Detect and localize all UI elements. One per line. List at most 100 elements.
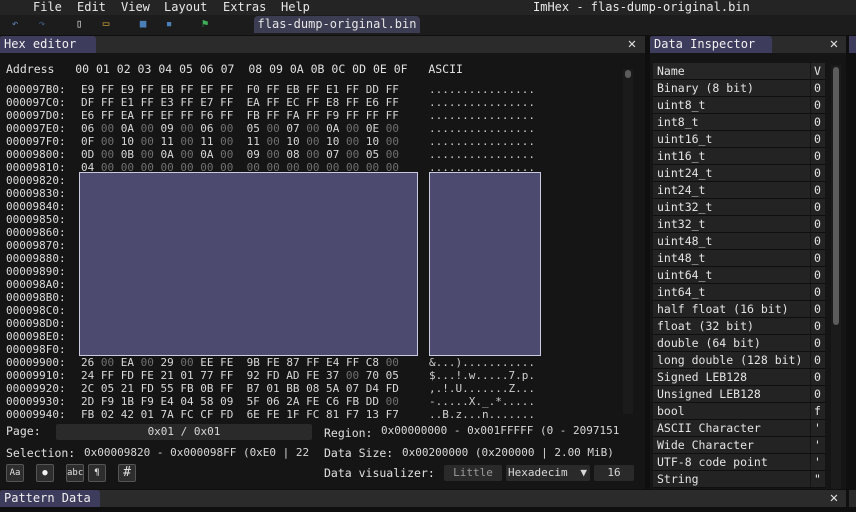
inspector-row[interactable]: int16_t 0 bbox=[653, 148, 825, 165]
inspector-row[interactable]: int32_t 0 bbox=[653, 216, 825, 233]
inspector-row[interactable]: long double (128 bit) 0 bbox=[653, 352, 825, 369]
hex-row-bytes[interactable]: 24 FF FD FE 21 01 77 FF 92 FD AD FE 37 0… bbox=[81, 369, 399, 382]
inspector-row[interactable]: uint32_t 0 bbox=[653, 199, 825, 216]
inspector-row-value[interactable]: 0 bbox=[811, 301, 825, 317]
inspector-row-value[interactable]: 0 bbox=[811, 165, 825, 181]
bytes-per-row-field[interactable]: 16 bbox=[594, 465, 634, 481]
open-file-icon[interactable]: ▭ bbox=[99, 17, 113, 31]
inspector-row[interactable]: Binary (8 bit) 0 bbox=[653, 80, 825, 97]
inspector-row-value[interactable]: ' bbox=[811, 420, 825, 436]
inspector-row-value[interactable]: 0 bbox=[811, 250, 825, 266]
inspector-row[interactable]: int48_t 0 bbox=[653, 250, 825, 267]
inspector-row[interactable]: ASCII Character ' bbox=[653, 420, 825, 437]
inspector-row-value[interactable]: ' bbox=[811, 437, 825, 453]
inspector-row-value[interactable]: 0 bbox=[811, 386, 825, 402]
grid-icon[interactable]: # bbox=[118, 464, 136, 482]
inspector-row-value[interactable]: " bbox=[811, 471, 825, 487]
save-as-icon[interactable]: ▪ bbox=[162, 17, 176, 31]
hex-row-ascii[interactable]: -.....X._.*..... bbox=[429, 395, 535, 408]
menu-file[interactable]: File bbox=[33, 0, 62, 15]
inspector-row-value[interactable]: 0 bbox=[811, 369, 825, 385]
hex-row-bytes[interactable]: 0D 00 0B 00 0A 00 0A 00 09 00 08 00 07 0… bbox=[81, 148, 399, 161]
menu-view[interactable]: View bbox=[121, 0, 150, 15]
inspector-row[interactable]: uint16_t 0 bbox=[653, 131, 825, 148]
inspector-row[interactable]: uint8_t 0 bbox=[653, 97, 825, 114]
inspector-scrollbar[interactable] bbox=[831, 65, 841, 489]
inspector-row-value[interactable]: f bbox=[811, 403, 825, 419]
hex-row-ascii[interactable]: ................ bbox=[429, 83, 535, 96]
hex-editor-tab[interactable]: Hex editor bbox=[0, 36, 96, 53]
hex-row-ascii[interactable]: ................ bbox=[429, 109, 535, 122]
inspector-row[interactable]: int64_t 0 bbox=[653, 284, 825, 301]
hex-row-ascii[interactable]: ................ bbox=[429, 135, 535, 148]
extra-panel-tab[interactable] bbox=[849, 36, 856, 53]
hex-row-bytes[interactable]: E6 FF EA FF EF FF F6 FF FB FF FA FF F9 F… bbox=[81, 109, 399, 122]
inspector-row-value[interactable]: 0 bbox=[811, 148, 825, 164]
hex-row-bytes[interactable]: 26 00 EA 00 29 00 EE FE 9B FE 87 FF E4 F… bbox=[81, 356, 399, 369]
inspector-row[interactable]: float (32 bit) 0 bbox=[653, 318, 825, 335]
close-icon[interactable]: ✕ bbox=[626, 36, 638, 53]
inspector-scroll-thumb[interactable] bbox=[833, 67, 839, 325]
hex-row-bytes[interactable]: 2D F9 1B F9 E4 04 58 09 5F 06 2A FE C6 F… bbox=[81, 395, 399, 408]
menu-extras[interactable]: Extras bbox=[223, 0, 266, 15]
menu-help[interactable]: Help bbox=[281, 0, 310, 15]
inspector-row[interactable]: half float (16 bit) 0 bbox=[653, 301, 825, 318]
pattern-data-tab[interactable]: Pattern Data bbox=[0, 490, 100, 507]
new-file-icon[interactable]: ▯ bbox=[72, 17, 86, 31]
inspector-row-value[interactable]: 0 bbox=[811, 267, 825, 283]
close-icon[interactable]: ✕ bbox=[828, 36, 840, 53]
inspector-row-value[interactable]: 0 bbox=[811, 199, 825, 215]
hex-row-ascii[interactable]: ................ bbox=[429, 122, 535, 135]
hex-row-ascii[interactable]: ................ bbox=[429, 96, 535, 109]
inspector-row-value[interactable]: 0 bbox=[811, 318, 825, 334]
hex-row-bytes[interactable]: 2C 05 21 FD 55 FB 0B FF B7 01 BB 08 5A 0… bbox=[81, 382, 399, 395]
column-value[interactable]: V bbox=[811, 63, 825, 79]
inspector-row[interactable]: uint24_t 0 bbox=[653, 165, 825, 182]
inspector-tab[interactable]: Data Inspector bbox=[650, 36, 772, 53]
hex-row-bytes[interactable]: DF FF E1 FF E3 FF E7 FF EA FF EC FF E8 F… bbox=[81, 96, 399, 109]
inspector-row[interactable]: bool f bbox=[653, 403, 825, 420]
hex-row-ascii[interactable]: $...!.w.....7.p. bbox=[429, 369, 535, 382]
close-icon[interactable]: ✕ bbox=[828, 490, 840, 507]
inspector-row[interactable]: uint64_t 0 bbox=[653, 267, 825, 284]
hex-row-ascii[interactable]: &...)........... bbox=[429, 356, 535, 369]
inspector-row[interactable]: Wide Character ' bbox=[653, 437, 825, 454]
ascii-toggle-button[interactable]: abc bbox=[66, 464, 84, 482]
menu-edit[interactable]: Edit bbox=[77, 0, 106, 15]
file-tab[interactable]: flas-dump-original.bin bbox=[254, 16, 420, 33]
page-field[interactable]: 0x01 / 0x01 bbox=[56, 424, 312, 440]
inspector-row[interactable]: uint48_t 0 bbox=[653, 233, 825, 250]
inspector-row[interactable]: int24_t 0 bbox=[653, 182, 825, 199]
inspector-row-value[interactable]: 0 bbox=[811, 80, 825, 96]
lightbulb-icon[interactable]: ● bbox=[36, 464, 54, 482]
hex-scrollbar[interactable] bbox=[623, 69, 633, 414]
inspector-row-value[interactable]: 0 bbox=[811, 216, 825, 232]
hex-row-bytes[interactable]: FB 02 42 01 7A FC CF FD 6E FE 1F FC 81 F… bbox=[81, 408, 399, 421]
inspector-row-value[interactable]: 0 bbox=[811, 131, 825, 147]
save-icon[interactable]: ■ bbox=[136, 17, 150, 31]
inspector-row-value[interactable]: 0 bbox=[811, 284, 825, 300]
inspector-row-value[interactable]: 0 bbox=[811, 352, 825, 368]
hex-row-bytes[interactable]: E9 FF E9 FF EB FF EF FF F0 FF EB FF E1 F… bbox=[81, 83, 399, 96]
inspector-row-value[interactable]: 0 bbox=[811, 182, 825, 198]
inspector-row-value[interactable]: 0 bbox=[811, 233, 825, 249]
menu-layout[interactable]: Layout bbox=[164, 0, 207, 15]
inspector-row[interactable]: Signed LEB128 0 bbox=[653, 369, 825, 386]
format-select[interactable]: Hexadecim ▼ bbox=[506, 465, 590, 481]
endian-toggle[interactable]: Little bbox=[444, 465, 502, 481]
hex-row-ascii[interactable]: ,.!.U.......Z... bbox=[429, 382, 535, 395]
inspector-row[interactable]: double (64 bit) 0 bbox=[653, 335, 825, 352]
inspector-row-value[interactable]: ' bbox=[811, 454, 825, 470]
undo-icon[interactable]: ↶ bbox=[8, 17, 22, 31]
redo-icon[interactable]: ↷ bbox=[35, 17, 49, 31]
paragraph-icon[interactable]: ¶ bbox=[88, 464, 106, 482]
inspector-row[interactable]: UTF-8 code point ' bbox=[653, 454, 825, 471]
inspector-row[interactable]: String " bbox=[653, 471, 825, 488]
hex-row-bytes[interactable]: 0F 00 10 00 11 00 11 00 11 00 10 00 10 0… bbox=[81, 135, 399, 148]
inspector-row-value[interactable]: 0 bbox=[811, 335, 825, 351]
inspector-row[interactable]: Unsigned LEB128 0 bbox=[653, 386, 825, 403]
bookmark-icon[interactable]: ⚑ bbox=[198, 17, 212, 31]
inspector-row[interactable]: int8_t 0 bbox=[653, 114, 825, 131]
hex-scroll-thumb[interactable] bbox=[625, 70, 631, 78]
hex-row-ascii[interactable]: ..B.z...n....... bbox=[429, 408, 535, 421]
